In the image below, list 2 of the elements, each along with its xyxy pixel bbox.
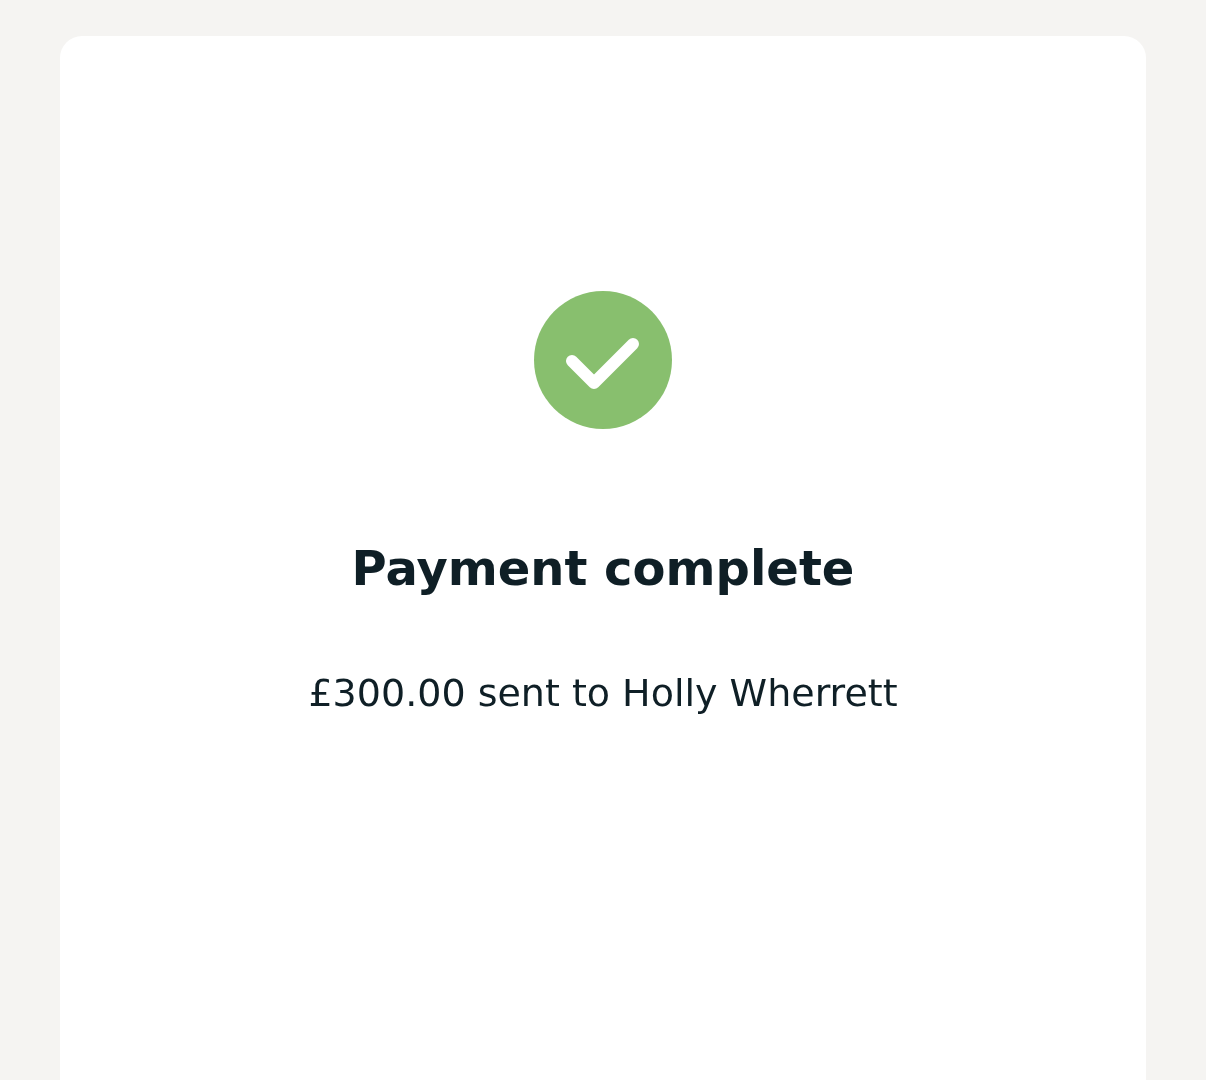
status-title: Payment complete xyxy=(351,539,855,598)
status-message: £300.00 sent to Holly Wherrett xyxy=(308,670,898,717)
